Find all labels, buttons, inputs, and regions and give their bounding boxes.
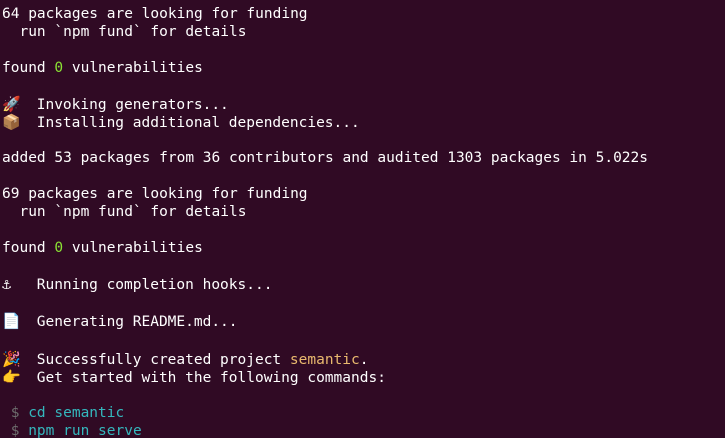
- party-popper-icon: 🎉: [2, 350, 21, 368]
- prompt-symbol: $: [2, 423, 29, 438]
- output-line-generating-readme: 📄 Generating README.md...: [2, 312, 725, 331]
- vuln-prefix: found: [2, 240, 55, 256]
- vuln-suffix: vulnerabilities: [63, 240, 203, 256]
- output-line-funding-1: 64 packages are looking for funding: [2, 5, 725, 23]
- pointing-hand-icon: 👉: [2, 368, 21, 386]
- vuln-count: 0: [54, 60, 64, 76]
- output-line-completion-hooks: ⚓ Running completion hooks...: [2, 275, 725, 293]
- vuln-suffix: vulnerabilities: [63, 60, 203, 76]
- fund-hint: run `npm fund` for details: [2, 24, 247, 40]
- prompt-symbol: $: [2, 405, 29, 421]
- rocket-icon: 🚀: [2, 95, 21, 113]
- output-line-success: 🎉 Successfully created project semantic.: [2, 350, 725, 368]
- command-line-cd[interactable]: $ cd semantic: [2, 404, 725, 422]
- invoking-text: Invoking generators...: [28, 97, 229, 113]
- added-packages-text: added 53 packages from 36 contributors a…: [2, 150, 649, 166]
- vuln-count: 0: [54, 240, 64, 256]
- output-line-installing-deps: 📦 Installing additional dependencies...: [2, 113, 725, 131]
- installing-text: Installing additional dependencies...: [28, 115, 360, 131]
- funding-message: 69 packages are looking for funding: [2, 186, 308, 202]
- command-npm-run-serve[interactable]: npm run serve: [28, 423, 142, 438]
- success-prefix: Successfully created project: [28, 352, 290, 368]
- output-line-fund-hint-1: run `npm fund` for details: [2, 23, 725, 41]
- output-line-added-packages: added 53 packages from 36 contributors a…: [2, 149, 725, 167]
- output-line-vulnerabilities-2: found 0 vulnerabilities: [2, 239, 725, 257]
- output-line-vulnerabilities-1: found 0 vulnerabilities: [2, 59, 725, 77]
- output-line-get-started: 👉 Get started with the following command…: [2, 368, 725, 386]
- anchor-icon: ⚓: [2, 275, 12, 293]
- package-icon: 📦: [2, 113, 21, 131]
- output-line-invoking-generators: 🚀 Invoking generators...: [2, 95, 725, 113]
- generating-readme-text: Generating README.md...: [28, 314, 238, 330]
- completion-hooks-text: Running completion hooks...: [28, 277, 273, 293]
- get-started-text: Get started with the following commands:: [28, 370, 386, 386]
- output-line-funding-2: 69 packages are looking for funding: [2, 185, 725, 203]
- project-name: semantic: [289, 352, 360, 368]
- command-cd-semantic[interactable]: cd semantic: [28, 405, 124, 421]
- vuln-prefix: found: [2, 60, 55, 76]
- output-line-fund-hint-2: run `npm fund` for details: [2, 203, 725, 221]
- terminal-window[interactable]: 64 packages are looking for funding run …: [0, 0, 725, 438]
- document-icon: 📄: [2, 312, 21, 330]
- success-suffix: .: [359, 352, 369, 368]
- funding-message: 64 packages are looking for funding: [2, 6, 308, 22]
- fund-hint: run `npm fund` for details: [2, 204, 247, 220]
- command-line-serve[interactable]: $ npm run serve: [2, 422, 725, 438]
